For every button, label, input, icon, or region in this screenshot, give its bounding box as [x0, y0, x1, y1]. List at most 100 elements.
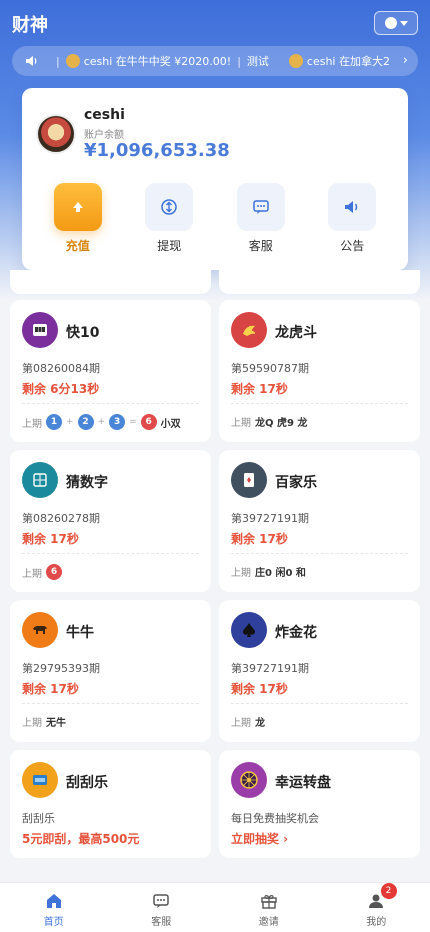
game-card-caishuzi[interactable]: 猜数字 第08260278期 剩余 17秒 上期 6 — [10, 450, 211, 592]
last-result: 上期 龙 — [231, 714, 265, 729]
game-card-kuai10[interactable]: 快10 第08260084期 剩余 6分13秒 上期 1 + 2 + 3 = 6… — [10, 300, 211, 442]
last-label: 上期 — [22, 568, 42, 580]
app-header: 财神 — [0, 0, 430, 46]
game-period: 第29795393期 — [22, 662, 100, 675]
avatar-icon — [65, 54, 80, 68]
result-sum: 6 — [140, 414, 157, 430]
game-name: 幸运转盘 — [275, 775, 331, 791]
last-label: 上期 — [231, 568, 251, 579]
last-result: 上期 1 + 2 + 3 = 6 小双 — [22, 414, 181, 430]
deposit-button[interactable]: 充值 — [43, 183, 113, 258]
action-label: 提现 — [157, 239, 182, 253]
chevron-right-icon: › — [402, 53, 408, 68]
announcement-button[interactable]: 公告 — [317, 183, 387, 258]
support-button[interactable]: 客服 — [226, 183, 296, 258]
last-result: 上期 无牛 — [22, 714, 66, 729]
app-title: 财神 — [12, 15, 48, 36]
nav-invite[interactable]: 邀请 — [215, 883, 323, 932]
divider — [231, 403, 408, 404]
notice-text: ceshi 在牛牛中奖 ¥2020.00! — [83, 55, 232, 68]
speaker-icon — [328, 183, 377, 231]
last-label: 上期 — [231, 418, 251, 429]
slot-machine-icon — [22, 312, 58, 348]
chat-icon — [151, 891, 171, 911]
divider — [22, 553, 199, 554]
game-card-lucky-wheel[interactable]: 幸运转盘 每日免费抽奖机会 立即抽奖 › — [219, 750, 420, 858]
username: ceshi — [84, 107, 125, 123]
divider — [22, 703, 199, 704]
notice-track: | ceshi 在牛牛中奖 ¥2020.00! | 测试 ceshi 在加拿大2 — [56, 53, 390, 69]
game-period: 第39727191期 — [231, 662, 309, 675]
notification-badge: 2 — [380, 883, 397, 899]
game-countdown: 剩余 17秒 — [231, 532, 288, 546]
game-description: 每日免费抽奖机会 — [231, 812, 319, 825]
game-name: 龙虎斗 — [275, 325, 317, 341]
game-countdown: 剩余 17秒 — [22, 532, 79, 546]
card-partial — [219, 270, 420, 294]
result-ball: 2 — [77, 414, 94, 430]
nav-label: 首页 — [43, 917, 64, 928]
upload-icon — [53, 183, 102, 231]
last-result: 上期 庄0 闲0 和 — [231, 564, 306, 579]
game-period: 第08260084期 — [22, 362, 100, 375]
exchange-icon — [145, 183, 194, 231]
game-card-longhudou[interactable]: 龙虎斗 第59590787期 剩余 17秒 上期 龙Q 虎9 龙 — [219, 300, 420, 442]
notice-text: ceshi 在加拿大2 — [306, 55, 390, 68]
action-label: 客服 — [248, 239, 273, 253]
game-name: 牛牛 — [66, 625, 94, 641]
draw-now-link[interactable]: 立即抽奖 › — [231, 830, 288, 847]
action-label: 充值 — [65, 239, 90, 253]
bull-icon — [22, 612, 58, 648]
wheel-icon — [231, 762, 267, 798]
notice-text: 测试 — [246, 55, 269, 68]
game-name: 炸金花 — [275, 625, 317, 641]
balance-value: ¥1,096,653.38 — [84, 140, 230, 161]
game-card-niuniu[interactable]: 牛牛 第29795393期 剩余 17秒 上期 无牛 — [10, 600, 211, 742]
withdraw-button[interactable]: 提现 — [134, 183, 204, 258]
globe-icon — [384, 17, 397, 29]
result-ball: 3 — [109, 414, 126, 430]
nav-label: 客服 — [151, 917, 172, 928]
user-card: ceshi 账户余额 ¥1,096,653.38 充值 提现 客服 公告 — [22, 88, 408, 270]
action-label: 公告 — [340, 239, 365, 253]
language-button[interactable] — [374, 11, 418, 35]
nav-label: 我的 — [366, 917, 387, 928]
game-name: 快10 — [66, 325, 100, 341]
nav-home[interactable]: 首页 — [0, 883, 108, 932]
result-text: 无牛 — [46, 718, 66, 729]
ticket-icon — [22, 762, 58, 798]
last-label: 上期 — [22, 418, 42, 430]
last-result: 上期 龙Q 虎9 龙 — [231, 414, 307, 429]
result-ball: 6 — [46, 564, 62, 580]
last-result: 上期 6 — [22, 564, 62, 580]
avatar[interactable] — [36, 114, 76, 154]
result-text: 龙Q 虎9 龙 — [255, 418, 308, 429]
game-card-baijiale[interactable]: 百家乐 第39727191期 剩余 17秒 上期 庄0 闲0 和 — [219, 450, 420, 592]
game-name: 刮刮乐 — [66, 775, 108, 791]
game-countdown: 剩余 6分13秒 — [22, 382, 100, 396]
game-card-zhajinhua[interactable]: 炸金花 第39727191期 剩余 17秒 上期 龙 — [219, 600, 420, 742]
game-name: 猜数字 — [66, 475, 108, 491]
game-countdown: 剩余 17秒 — [231, 682, 288, 696]
card-partial — [10, 270, 211, 294]
result-text: 龙 — [255, 718, 265, 729]
game-description: 刮刮乐 — [22, 812, 55, 825]
game-period: 第39727191期 — [231, 512, 309, 525]
result-text: 小双 — [160, 418, 181, 430]
game-period: 第08260278期 — [22, 512, 100, 525]
game-card-guaguale[interactable]: 刮刮乐 刮刮乐 5元即刮，最高500元 — [10, 750, 211, 858]
number-grid-icon — [22, 462, 58, 498]
result-text: 庄0 闲0 和 — [255, 568, 306, 579]
gift-icon — [259, 891, 279, 911]
last-label: 上期 — [22, 718, 42, 729]
chat-icon — [236, 183, 285, 231]
balance-label: 账户余额 — [84, 130, 124, 141]
notice-item: ceshi 在加拿大2 — [288, 53, 390, 69]
notice-bar[interactable]: | ceshi 在牛牛中奖 ¥2020.00! | 测试 ceshi 在加拿大2… — [12, 46, 418, 76]
speaker-icon — [26, 56, 37, 66]
game-period: 第59590787期 — [231, 362, 309, 375]
game-grid: 快10 第08260084期 剩余 6分13秒 上期 1 + 2 + 3 = 6… — [10, 300, 420, 858]
home-icon — [44, 891, 64, 911]
nav-support[interactable]: 客服 — [108, 883, 216, 932]
nav-profile[interactable]: 2 我的 — [323, 883, 430, 932]
